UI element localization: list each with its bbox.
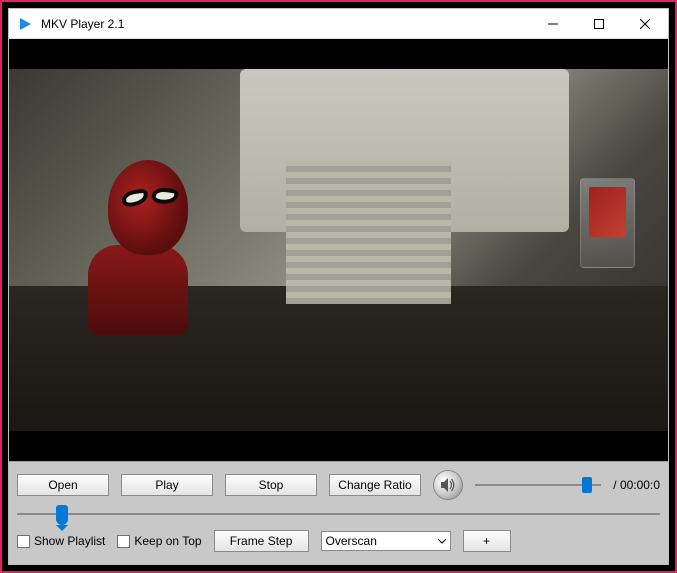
plus-button[interactable]: + [463,530,511,552]
checkbox-box [17,535,30,548]
title-bar[interactable]: MKV Player 2.1 [9,9,668,39]
show-playlist-checkbox[interactable]: Show Playlist [17,534,105,548]
seek-slider[interactable] [17,504,660,526]
maximize-icon [594,19,604,29]
checkbox-box [117,535,130,548]
window-controls [530,9,668,38]
change-ratio-button[interactable]: Change Ratio [329,474,421,496]
speaker-icon [439,476,457,494]
seek-thumb[interactable] [56,505,68,525]
overscan-select[interactable]: Overscan [321,531,451,551]
chevron-down-icon [438,539,446,544]
window-title: MKV Player 2.1 [41,17,530,31]
volume-thumb[interactable] [582,477,592,493]
window: MKV Player 2.1 [8,8,669,565]
volume-slider[interactable] [475,475,601,495]
play-button[interactable]: Play [121,474,213,496]
maximize-button[interactable] [576,9,622,38]
overscan-value: Overscan [326,534,377,548]
show-playlist-label: Show Playlist [34,534,105,548]
open-button[interactable]: Open [17,474,109,496]
frame-step-button[interactable]: Frame Step [214,530,309,552]
close-icon [640,19,650,29]
keep-on-top-label: Keep on Top [134,534,201,548]
video-frame [9,69,668,431]
keep-on-top-checkbox[interactable]: Keep on Top [117,534,201,548]
controls-panel: Open Play Stop Change Ratio / 00:00:0 [9,461,668,564]
video-area[interactable] [9,39,668,461]
speaker-button[interactable] [433,470,463,500]
minimize-button[interactable] [530,9,576,38]
time-display: / 00:00:0 [613,478,660,492]
app-frame: MKV Player 2.1 [0,0,677,573]
minimize-icon [548,19,558,29]
play-icon [17,16,33,32]
close-button[interactable] [622,9,668,38]
stop-button[interactable]: Stop [225,474,317,496]
